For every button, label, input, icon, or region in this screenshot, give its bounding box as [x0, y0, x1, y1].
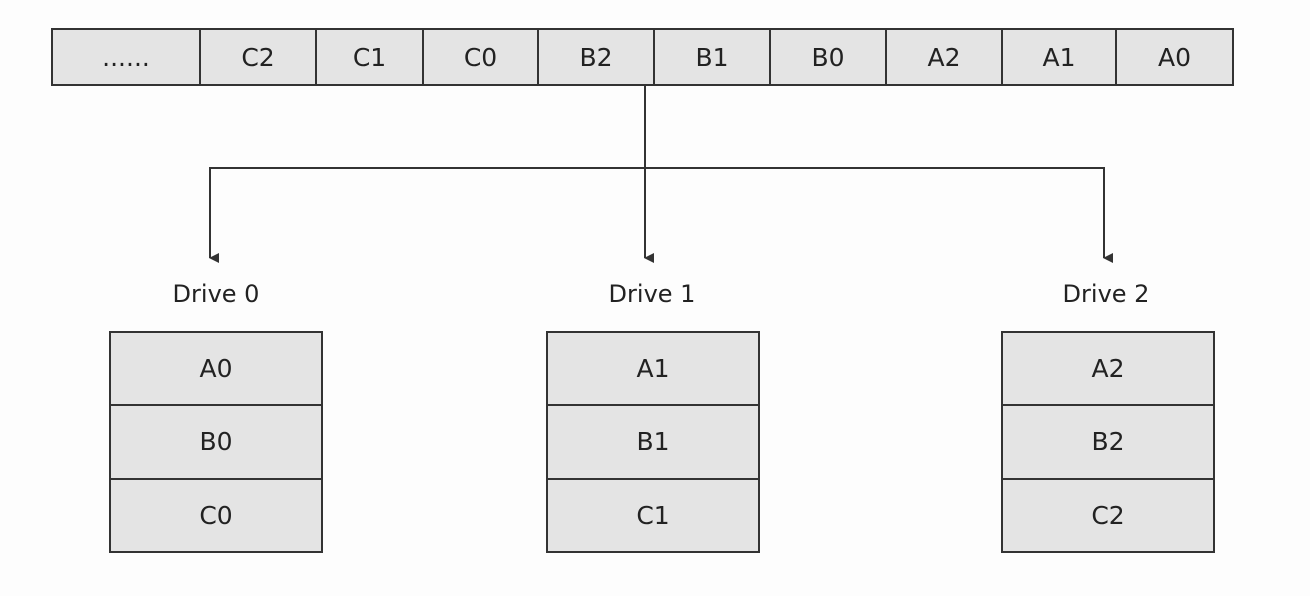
drive-2: A2 B2 C2: [1001, 331, 1215, 553]
drive-2-label: Drive 2: [1062, 280, 1150, 308]
drive-0-label: Drive 0: [172, 280, 260, 308]
drive-0-block: C0: [111, 477, 321, 551]
drive-1: A1 B1 C1: [546, 331, 760, 553]
drive-2-block: B2: [1003, 404, 1213, 477]
drive-0-block: B0: [111, 404, 321, 477]
drive-2-block: C2: [1003, 477, 1213, 551]
drive-1-label: Drive 1: [608, 280, 696, 308]
drive-1-block: B1: [548, 404, 758, 477]
drive-1-block: C1: [548, 477, 758, 551]
drive-1-block: A1: [636, 354, 670, 384]
drive-0-block: A0: [199, 354, 233, 384]
drive-2-block: A2: [1091, 354, 1125, 384]
drive-0: A0 B0 C0: [109, 331, 323, 553]
